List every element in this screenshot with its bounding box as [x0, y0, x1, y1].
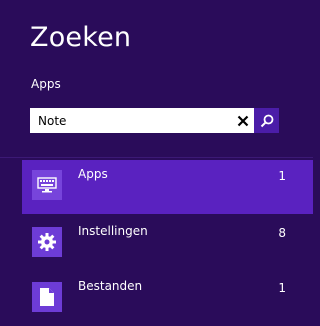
search-pane-title: Zoeken	[30, 22, 132, 53]
keyboard-icon	[32, 170, 62, 200]
gear-icon	[32, 227, 62, 257]
search-scope-label: Apps	[31, 77, 61, 91]
result-bestanden[interactable]: Bestanden 1	[22, 272, 313, 326]
search-icon	[260, 114, 273, 127]
close-icon	[237, 115, 249, 126]
result-label: Instellingen	[78, 224, 148, 238]
result-count: 1	[278, 281, 286, 295]
result-count: 8	[278, 226, 286, 240]
result-apps[interactable]: Apps 1	[22, 160, 313, 214]
result-count: 1	[278, 169, 286, 183]
search-box[interactable]: Note	[30, 108, 279, 133]
search-button[interactable]	[254, 108, 279, 133]
clear-button[interactable]	[232, 108, 254, 133]
divider	[0, 157, 313, 158]
result-instellingen[interactable]: Instellingen 8	[22, 217, 313, 271]
result-label: Apps	[78, 167, 108, 181]
result-label: Bestanden	[78, 279, 143, 293]
document-icon	[32, 282, 62, 312]
search-input[interactable]: Note	[30, 114, 232, 128]
